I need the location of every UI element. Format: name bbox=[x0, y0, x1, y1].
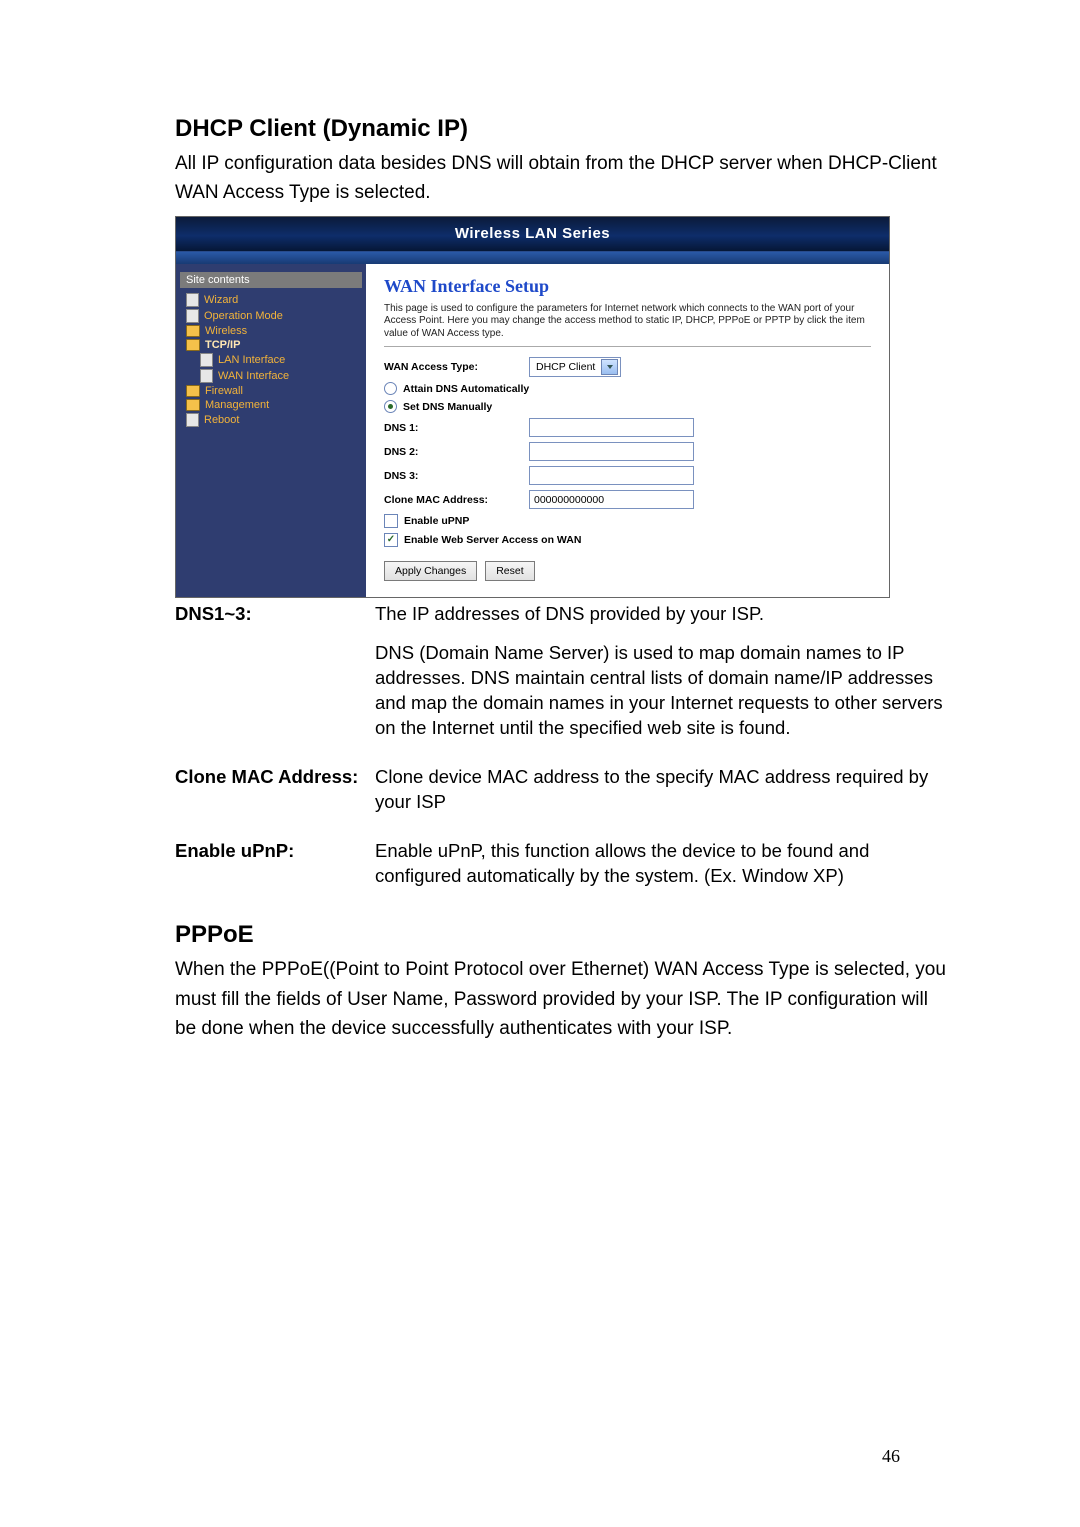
input-dns2[interactable] bbox=[529, 442, 694, 461]
divider bbox=[384, 346, 871, 347]
def-row-clone-mac: Clone MAC Address: Clone device MAC addr… bbox=[175, 765, 950, 829]
button-row: Apply Changes Reset bbox=[384, 561, 871, 581]
select-wan-access-type[interactable]: DHCP Client bbox=[529, 357, 621, 377]
screenshot-band bbox=[176, 252, 889, 264]
section-title-pppoe: PPPoE bbox=[175, 921, 950, 949]
def-body-clone-mac: Clone device MAC address to the specify … bbox=[375, 765, 950, 829]
folder-icon bbox=[186, 325, 200, 337]
select-value: DHCP Client bbox=[536, 361, 595, 373]
sidebar-item-reboot[interactable]: Reboot bbox=[186, 412, 358, 428]
def-term-dns: DNS1~3: bbox=[175, 602, 375, 627]
def-body-enable-upnp: Enable uPnP, this function allows the de… bbox=[375, 839, 950, 903]
def-term-enable-upnp: Enable uPnP: bbox=[175, 839, 375, 864]
radio-icon bbox=[384, 382, 397, 395]
sidebar-root: Site contents bbox=[180, 272, 362, 288]
document-page: DHCP Client (Dynamic IP) All IP configur… bbox=[0, 0, 1080, 1527]
sidebar-item-tcpip[interactable]: TCP/IP bbox=[186, 338, 358, 352]
section-intro-pppoe: When the PPPoE((Point to Point Protocol … bbox=[175, 955, 950, 1043]
checkbox-enable-upnp[interactable]: Enable uPNP bbox=[384, 514, 871, 528]
input-dns1[interactable] bbox=[529, 418, 694, 437]
folder-icon bbox=[186, 399, 200, 411]
radio-set-dns-manually[interactable]: Set DNS Manually bbox=[384, 400, 871, 413]
def-row-dns: DNS1~3: The IP addresses of DNS provided… bbox=[175, 602, 950, 755]
label-dns1: DNS 1: bbox=[384, 422, 529, 434]
doc-icon bbox=[186, 293, 199, 307]
radio-label: Set DNS Manually bbox=[403, 401, 492, 413]
row-dns1: DNS 1: bbox=[384, 418, 871, 437]
sidebar-item-label: LAN Interface bbox=[218, 354, 285, 366]
radio-icon bbox=[384, 400, 397, 413]
checkbox-enable-web-server-wan[interactable]: ✓ Enable Web Server Access on WAN bbox=[384, 533, 871, 547]
folder-icon bbox=[186, 385, 200, 397]
radio-label: Attain DNS Automatically bbox=[403, 383, 529, 395]
sidebar-item-label: WAN Interface bbox=[218, 370, 289, 382]
doc-icon bbox=[186, 309, 199, 323]
row-dns3: DNS 3: bbox=[384, 466, 871, 485]
def-body-text: The IP addresses of DNS provided by your… bbox=[375, 602, 950, 627]
label-dns3: DNS 3: bbox=[384, 470, 529, 482]
checkbox-icon: ✓ bbox=[384, 533, 398, 547]
screenshot-header: Wireless LAN Series bbox=[176, 217, 889, 252]
def-body-text: Enable uPnP, this function allows the de… bbox=[375, 839, 950, 889]
sidebar-item-wizard[interactable]: Wizard bbox=[186, 292, 358, 308]
input-clone-mac[interactable] bbox=[529, 490, 694, 509]
sidebar-item-label: Operation Mode bbox=[204, 310, 283, 322]
def-term-clone-mac: Clone MAC Address: bbox=[175, 765, 375, 790]
sidebar-item-label: Firewall bbox=[205, 385, 243, 397]
section-title-dhcp: DHCP Client (Dynamic IP) bbox=[175, 115, 950, 143]
sidebar-item-label: TCP/IP bbox=[205, 339, 240, 351]
page-number: 46 bbox=[882, 1446, 900, 1467]
apply-changes-button[interactable]: Apply Changes bbox=[384, 561, 477, 581]
config-panel: WAN Interface Setup This page is used to… bbox=[366, 264, 889, 598]
panel-description: This page is used to configure the param… bbox=[384, 303, 871, 341]
folder-icon bbox=[186, 339, 200, 351]
radio-attain-dns[interactable]: Attain DNS Automatically bbox=[384, 382, 871, 395]
sidebar-item-label: Wireless bbox=[205, 325, 247, 337]
sidebar-item-firewall[interactable]: Firewall bbox=[186, 384, 358, 398]
checkbox-label: Enable uPNP bbox=[404, 515, 469, 527]
definition-list: DNS1~3: The IP addresses of DNS provided… bbox=[175, 602, 950, 903]
def-body-dns: The IP addresses of DNS provided by your… bbox=[375, 602, 950, 755]
panel-title: WAN Interface Setup bbox=[384, 276, 871, 297]
sidebar-item-lan-interface[interactable]: LAN Interface bbox=[200, 352, 358, 368]
sidebar-item-label: Management bbox=[205, 399, 269, 411]
def-body-text: DNS (Domain Name Server) is used to map … bbox=[375, 641, 950, 741]
def-body-text: Clone device MAC address to the specify … bbox=[375, 765, 950, 815]
row-clone-mac: Clone MAC Address: bbox=[384, 490, 871, 509]
sidebar-item-wan-interface[interactable]: WAN Interface bbox=[200, 368, 358, 384]
sidebar: Site contents Wizard Operation Mode Wire… bbox=[176, 264, 366, 598]
row-wan-access-type: WAN Access Type: DHCP Client bbox=[384, 357, 871, 377]
section-intro-dhcp: All IP configuration data besides DNS wi… bbox=[175, 149, 950, 208]
sidebar-item-label: Reboot bbox=[204, 414, 239, 426]
checkbox-label: Enable Web Server Access on WAN bbox=[404, 534, 581, 546]
doc-icon bbox=[186, 413, 199, 427]
sidebar-item-label: Wizard bbox=[204, 294, 238, 306]
sidebar-item-operation-mode[interactable]: Operation Mode bbox=[186, 308, 358, 324]
label-wan-access-type: WAN Access Type: bbox=[384, 361, 529, 373]
row-dns2: DNS 2: bbox=[384, 442, 871, 461]
checkbox-icon bbox=[384, 514, 398, 528]
doc-icon bbox=[200, 353, 213, 367]
router-ui-screenshot: Wireless LAN Series Site contents Wizard… bbox=[175, 216, 890, 599]
label-clone-mac: Clone MAC Address: bbox=[384, 494, 529, 506]
sidebar-item-management[interactable]: Management bbox=[186, 398, 358, 412]
input-dns3[interactable] bbox=[529, 466, 694, 485]
chevron-down-icon bbox=[601, 359, 618, 375]
label-dns2: DNS 2: bbox=[384, 446, 529, 458]
sidebar-item-wireless[interactable]: Wireless bbox=[186, 324, 358, 338]
reset-button[interactable]: Reset bbox=[485, 561, 534, 581]
doc-icon bbox=[200, 369, 213, 383]
def-row-enable-upnp: Enable uPnP: Enable uPnP, this function … bbox=[175, 839, 950, 903]
screenshot-body: Site contents Wizard Operation Mode Wire… bbox=[176, 264, 889, 598]
